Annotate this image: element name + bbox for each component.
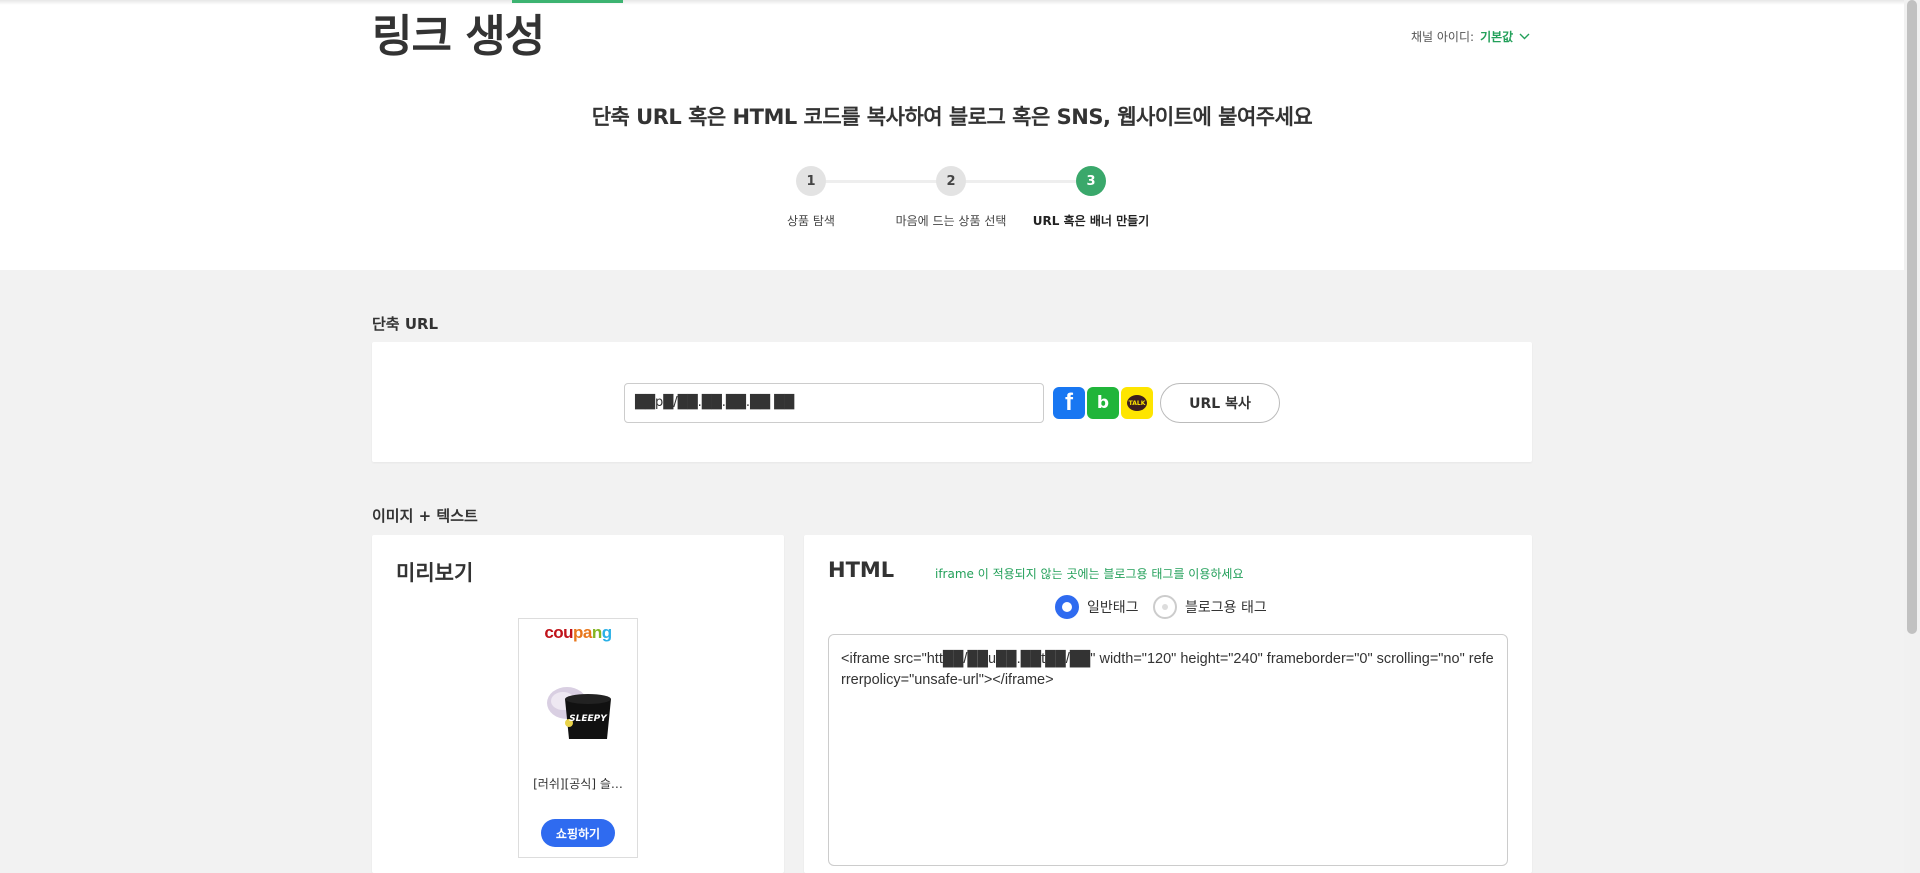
short-url-input[interactable]: ██p█/██.██.██.██ ██ — [624, 383, 1044, 423]
radio-normal-tag[interactable]: 일반태그 — [1055, 595, 1139, 619]
radio-selected-icon[interactable] — [1055, 595, 1079, 619]
facebook-share-button[interactable]: f — [1053, 387, 1085, 419]
short-url-section-title: 단축 URL — [372, 315, 439, 333]
page-title: 링크 생성 — [372, 11, 545, 62]
step-2-circle: 2 — [936, 166, 966, 196]
kakao-share-button[interactable]: TALK — [1121, 387, 1153, 419]
product-name: [러쉬][공식] 슬… — [533, 777, 623, 791]
radio-blog-label: 블로그용 태그 — [1185, 600, 1267, 616]
channel-selector[interactable]: 채널 아이디: 기본값 — [1411, 28, 1530, 45]
banner-preview[interactable]: coupang SLEEPY [러쉬][공식] 슬… 쇼핑하기 — [518, 618, 638, 858]
chevron-down-icon[interactable] — [1519, 30, 1530, 43]
html-code-textarea[interactable]: <iframe src="htt██/██u██.██t██/██" width… — [828, 634, 1508, 866]
step-2-label: 마음에 드는 상품 선택 — [895, 214, 1007, 228]
band-share-button[interactable]: b — [1087, 387, 1119, 419]
kakaotalk-icon: TALK — [1127, 395, 1147, 411]
step-3-label: URL 혹은 배너 만들기 — [1032, 214, 1150, 228]
shopping-button[interactable]: 쇼핑하기 — [541, 819, 615, 847]
product-image: SLEEPY — [541, 679, 617, 745]
channel-value[interactable]: 기본값 — [1480, 28, 1513, 45]
coupang-logo: coupang — [544, 623, 612, 642]
header-area — [0, 0, 1904, 270]
radio-normal-label: 일반태그 — [1087, 600, 1139, 616]
html-title: HTML — [828, 558, 895, 582]
step-1-circle: 1 — [796, 166, 826, 196]
step-1-label: 상품 탐색 — [787, 214, 835, 228]
channel-label: 채널 아이디: — [1411, 30, 1475, 44]
headline: 단축 URL 혹은 HTML 코드를 복사하여 블로그 혹은 SNS, 웹사이트… — [591, 105, 1313, 129]
preview-title: 미리보기 — [396, 561, 474, 585]
image-text-section-title: 이미지 + 텍스트 — [372, 507, 478, 525]
band-icon: b — [1096, 393, 1110, 413]
scrollbar-thumb[interactable] — [1907, 0, 1917, 634]
url-copy-button[interactable]: URL 복사 — [1160, 383, 1280, 423]
svg-text:SLEEPY: SLEEPY — [569, 714, 608, 724]
step-3-circle: 3 — [1076, 166, 1106, 196]
radio-blog-tag[interactable]: 블로그용 태그 — [1153, 595, 1267, 619]
html-hint: iframe 이 적용되지 않는 곳에는 블로그용 태그를 이용하세요 — [935, 567, 1244, 581]
radio-unselected-icon[interactable] — [1153, 595, 1177, 619]
top-shadow — [0, 0, 1904, 5]
